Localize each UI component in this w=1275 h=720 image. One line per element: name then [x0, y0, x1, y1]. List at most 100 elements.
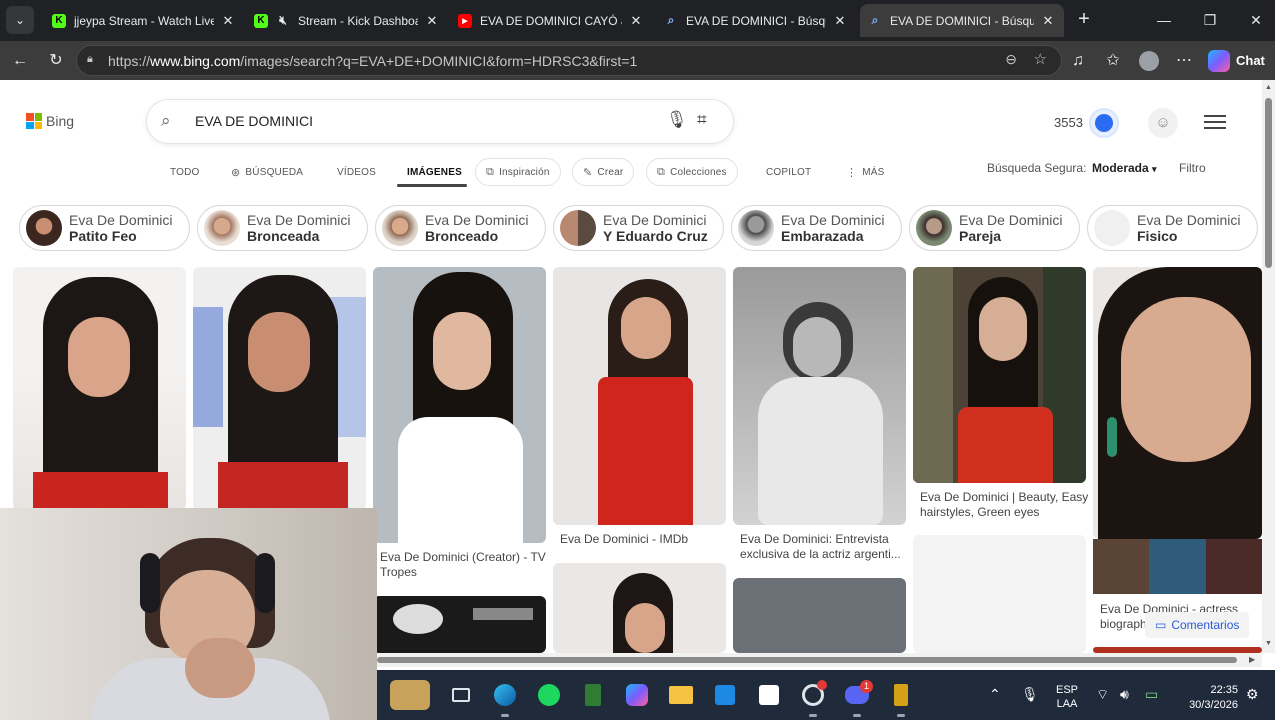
show-hidden-icons-chevron[interactable]: ⌃ — [989, 686, 1001, 703]
file-explorer-icon[interactable] — [666, 680, 696, 710]
wifi-icon[interactable]: ⌔ — [1096, 686, 1109, 704]
image-caption[interactable]: Eva De Dominici - IMDb — [560, 532, 688, 547]
widgets-icon[interactable] — [390, 680, 430, 710]
rewards-badge-icon[interactable] — [1089, 108, 1119, 138]
task-view-icon[interactable] — [446, 680, 476, 710]
image-caption[interactable]: Eva De Dominici (Creator) - TV Tropes — [380, 550, 546, 580]
close-tab-icon[interactable]: ✕ — [424, 13, 440, 29]
minimize-button[interactable]: — — [1152, 8, 1176, 32]
image-caption[interactable]: Eva De Dominici | Beauty, Easy hairstyles… — [920, 490, 1088, 520]
tab-mas[interactable]: ⋮ MÁS — [846, 158, 884, 186]
inspiration-icon: ⧉ — [486, 165, 495, 178]
tab-bing-search-1[interactable]: ⌕ EVA DE DOMINICI - Búsque ✕ — [656, 4, 856, 37]
battery-icon[interactable]: ▭ — [1145, 686, 1158, 703]
related-chip[interactable]: Eva De Dominici Embarazada — [731, 205, 902, 251]
tab-colecciones[interactable]: ⧉ Colecciones — [646, 158, 738, 186]
filter-button[interactable]: Filtro — [1179, 161, 1206, 175]
tab-imagenes[interactable]: IMÁGENES — [407, 158, 462, 186]
volume-icon[interactable]: 🔊︎ — [1120, 686, 1129, 703]
search-icon[interactable]: ⌕ — [161, 111, 171, 131]
lock-icon[interactable]: 🔒︎ — [87, 53, 101, 67]
notification-bell-icon[interactable]: ⚙ — [1246, 686, 1259, 703]
tab-youtube-video[interactable]: ▶ EVA DE DOMINICI CAYÓ al S ✕ — [450, 4, 652, 37]
tab-todo[interactable]: TODO — [170, 158, 200, 186]
app-icon[interactable] — [710, 680, 740, 710]
tab-inspiracion[interactable]: ⧉ Inspiración — [475, 158, 561, 186]
close-tab-icon[interactable]: ✕ — [1040, 13, 1056, 29]
close-window-button[interactable]: ✕ — [1244, 8, 1268, 32]
related-chip[interactable]: Eva De Dominici Patito Feo — [19, 205, 190, 251]
hamburger-menu-icon[interactable] — [1204, 111, 1226, 131]
image-caption[interactable]: Eva De Dominici: Entrevista exclusiva de … — [740, 532, 901, 562]
tab-actions-menu-button[interactable]: ⌄ — [6, 6, 34, 34]
image-result[interactable] — [193, 267, 366, 510]
muted-speaker-icon[interactable]: 🔇︎ — [276, 13, 290, 28]
image-result[interactable] — [13, 267, 186, 510]
scroll-right-arrow-icon[interactable]: ▶ — [1249, 655, 1255, 664]
copilot-app-icon[interactable] — [622, 680, 652, 710]
microphone-icon[interactable]: 🎙︎ — [666, 110, 688, 130]
image-result[interactable] — [553, 267, 726, 525]
tab-bing-search-active[interactable]: ⌕ EVA DE DOMINICI - Búsque ✕ — [860, 4, 1064, 37]
app-icon[interactable] — [886, 680, 916, 710]
chip-thumbnail — [382, 210, 418, 246]
restore-button[interactable]: ❐ — [1198, 8, 1222, 32]
new-tab-button[interactable]: + — [1072, 8, 1096, 32]
image-result[interactable] — [373, 596, 546, 653]
navigation-bar: ← ↻ 🔒︎ https://www.bing.com/images/searc… — [0, 41, 1275, 80]
more-menu-icon[interactable]: ⋯ — [1172, 49, 1196, 73]
system-clock[interactable]: 22:35 30/3/2026 — [1178, 683, 1238, 713]
related-chip[interactable]: Eva De Dominici Pareja — [909, 205, 1080, 251]
extensions-icon[interactable]: ♫ — [1066, 49, 1090, 73]
rewards-points[interactable]: 3553 — [1054, 115, 1083, 130]
microphone-icon[interactable]: 🎙︎ — [1021, 686, 1039, 703]
user-avatar-icon[interactable]: ☺ — [1148, 108, 1178, 138]
safe-search-dropdown[interactable]: Moderada ▾ — [1092, 161, 1157, 175]
image-result[interactable] — [913, 267, 1086, 483]
address-bar[interactable]: 🔒︎ https://www.bing.com/images/search?q=… — [76, 45, 1062, 76]
image-result-placeholder[interactable] — [913, 535, 1086, 653]
related-chip[interactable]: Eva De Dominici Y Eduardo Cruz — [553, 205, 724, 251]
scrollbar-thumb[interactable] — [1265, 98, 1272, 268]
edge-browser-icon[interactable] — [490, 680, 520, 710]
image-result[interactable] — [1093, 539, 1262, 594]
feedback-button[interactable]: ▭ Comentarios — [1145, 612, 1250, 638]
app-icon[interactable] — [578, 680, 608, 710]
tab-jjeypa-stream[interactable]: K jjeypa Stream - Watch Live o ✕ — [44, 4, 244, 37]
scrollbar-thumb[interactable] — [377, 657, 1237, 663]
zoom-icon[interactable]: ⊖ — [1005, 51, 1017, 68]
input-language[interactable]: ESP LAA — [1055, 683, 1079, 711]
image-result[interactable] — [733, 578, 906, 653]
scroll-up-arrow-icon[interactable]: ▲ — [1265, 84, 1272, 91]
refresh-icon[interactable]: ↻ — [44, 49, 68, 73]
visual-search-icon[interactable]: ⌗ — [697, 110, 707, 130]
close-tab-icon[interactable]: ✕ — [628, 13, 644, 29]
back-arrow-icon[interactable]: ← — [8, 49, 32, 73]
image-result[interactable] — [553, 563, 726, 653]
tab-kick-dashboard[interactable]: K 🔇︎ Stream - Kick Dashboar ✕ — [246, 4, 448, 37]
tab-busqueda[interactable]: ⊛ BÚSQUEDA — [231, 158, 303, 186]
image-result[interactable] — [373, 267, 546, 543]
copilot-chat-button[interactable]: Chat — [1208, 47, 1265, 74]
vertical-scrollbar[interactable]: ▲ ▼ — [1262, 80, 1275, 653]
related-chip[interactable]: Eva De Dominici Bronceado — [375, 205, 546, 251]
horizontal-scrollbar[interactable]: ▶ — [377, 653, 1262, 667]
scroll-down-arrow-icon[interactable]: ▼ — [1265, 640, 1272, 647]
profile-avatar-icon[interactable] — [1137, 49, 1161, 73]
search-box[interactable]: ⌕ EVA DE DOMINICI 🎙︎ ⌗ — [147, 100, 733, 143]
favorite-star-icon[interactable]: ☆ — [1034, 50, 1047, 68]
image-result[interactable] — [733, 267, 906, 525]
tab-videos[interactable]: VÍDEOS — [337, 158, 376, 186]
close-tab-icon[interactable]: ✕ — [832, 13, 848, 29]
related-chip[interactable]: Eva De Dominici Fisico — [1087, 205, 1258, 251]
bing-logo[interactable]: Bing — [26, 113, 74, 129]
image-result[interactable] — [1093, 267, 1262, 539]
close-tab-icon[interactable]: ✕ — [220, 13, 236, 29]
tab-crear[interactable]: ✎ Crear — [572, 158, 635, 186]
search-input[interactable]: EVA DE DOMINICI — [195, 113, 313, 129]
tab-copilot[interactable]: COPILOT — [766, 158, 811, 186]
spotify-icon[interactable] — [534, 680, 564, 710]
microsoft-store-icon[interactable] — [754, 680, 784, 710]
favorites-icon[interactable]: ✩ — [1101, 49, 1125, 73]
related-chip[interactable]: Eva De Dominici Bronceada — [197, 205, 368, 251]
